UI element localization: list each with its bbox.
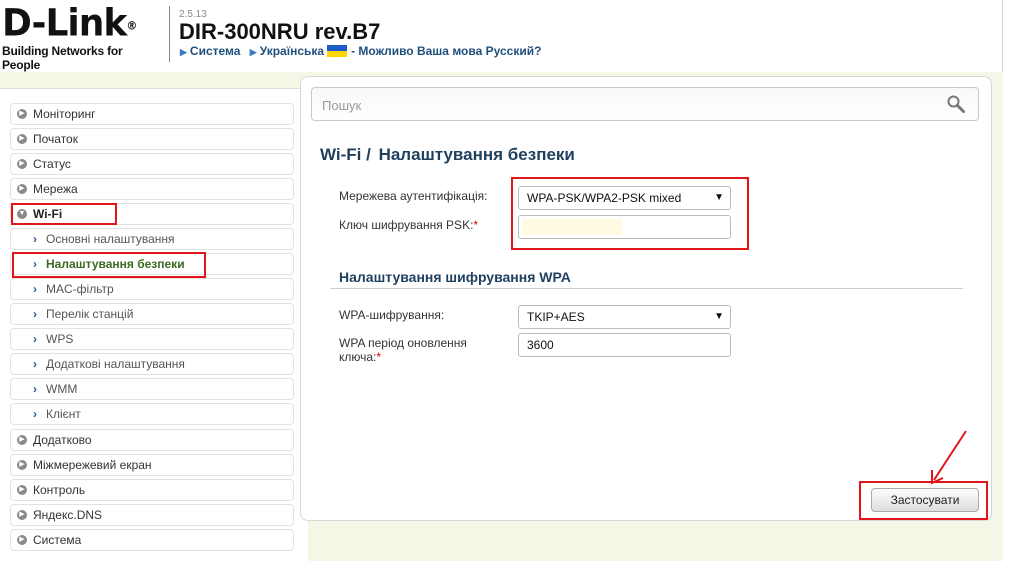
arrow-right-icon: ›: [33, 382, 37, 396]
chevron-right-icon: ▶: [17, 510, 27, 520]
wpa-cipher-selected-value: TKIP+AES: [527, 310, 585, 324]
sidebar-item-wifi[interactable]: ▼ Wi-Fi: [10, 203, 294, 225]
sidebar-item-firewall[interactable]: ▶ Міжмережевий екран: [10, 454, 294, 476]
required-mark: *: [376, 350, 382, 364]
section-divider: [330, 288, 963, 289]
chevron-right-icon: ▶: [17, 485, 27, 495]
language-suggestion-link[interactable]: - Можливо Ваша мова Русский?: [351, 44, 541, 58]
breadcrumb-arrow-icon: ▶: [180, 47, 187, 57]
arrow-right-icon: ›: [33, 307, 37, 321]
sidebar-item-label: Статус: [33, 157, 71, 171]
required-mark: *: [473, 218, 479, 232]
search-box[interactable]: [311, 87, 979, 121]
sidebar-item-label: MAC-фільтр: [46, 282, 114, 296]
search-input[interactable]: [320, 92, 944, 118]
header: D-Link® Building Networks for People 2.5…: [0, 0, 1015, 72]
sidebar-item-label: Мережа: [33, 182, 78, 196]
auth-label: Мережева аутентифікація:: [339, 189, 488, 203]
sidebar-item-yandex-dns[interactable]: ▶ Яндекс.DNS: [10, 504, 294, 526]
sidebar-item-control[interactable]: ▶ Контроль: [10, 479, 294, 501]
sidebar-item-security-settings[interactable]: › Налаштування безпеки: [10, 253, 294, 275]
sidebar-item-label: Клієнт: [46, 407, 81, 421]
sidebar-item-status[interactable]: ▶ Статус: [10, 153, 294, 175]
chevron-right-icon: ▶: [17, 184, 27, 194]
sidebar-item-label: WMM: [46, 382, 78, 396]
sidebar-item-label: Міжмережевий екран: [33, 458, 152, 472]
page-title-name: Налаштування безпеки: [378, 145, 575, 164]
wpa-section-title: Налаштування шифрування WPA: [339, 269, 571, 285]
auth-selected-value: WPA-PSK/WPA2-PSK mixed: [527, 191, 682, 205]
sidebar-item-label: WPS: [46, 332, 74, 346]
chevron-right-icon: ▶: [17, 535, 27, 545]
sidebar-item-label: Моніторинг: [33, 107, 96, 121]
page-title-section: Wi-Fi /: [320, 145, 371, 164]
arrow-right-icon: ›: [33, 357, 37, 371]
sidebar-item-label: Wi-Fi: [33, 207, 63, 221]
sidebar: ▶ Моніторинг ▶ Початок ▶ Статус ▶ Мережа ▼ Wi…: [0, 88, 308, 562]
dropdown-arrow-icon: ▼: [714, 192, 724, 203]
sidebar-item-station-list[interactable]: › Перелік станцій: [10, 303, 294, 325]
wpa-cipher-label: WPA-шифрування:: [339, 308, 445, 322]
sidebar-item-label: Початок: [33, 132, 78, 146]
search-icon[interactable]: [946, 94, 966, 114]
annotation-arrow-icon: [931, 430, 967, 485]
chevron-right-icon: ▶: [17, 435, 27, 445]
auth-select[interactable]: WPA-PSK/WPA2-PSK mixed ▼: [518, 186, 731, 210]
arrow-right-icon: ›: [33, 407, 37, 421]
device-model-title: DIR-300NRU rev.B7: [179, 19, 381, 44]
chevron-right-icon: ▶: [17, 460, 27, 470]
sidebar-item-label: Додаткові налаштування: [46, 357, 185, 371]
breadcrumb: ▶ Система ▶ Українська - Можливо Ваша мова …: [180, 44, 547, 58]
sidebar-item-client[interactable]: › Клієнт: [10, 403, 294, 425]
chevron-right-icon: ▶: [17, 109, 27, 119]
sidebar-item-label: Налаштування безпеки: [46, 257, 185, 271]
ukraine-flag-icon: [327, 45, 348, 57]
wpa-cipher-select[interactable]: TKIP+AES ▼: [518, 305, 731, 329]
logo-tagline: Building Networks for People: [2, 44, 123, 72]
psk-autofill-highlight: [522, 219, 622, 235]
sidebar-item-label: Система: [33, 533, 82, 547]
arrow-right-icon: ›: [33, 232, 37, 246]
sidebar-item-label: Основні налаштування: [46, 232, 175, 246]
wpa-period-input[interactable]: 3600: [518, 333, 731, 357]
breadcrumb-system-link[interactable]: Система: [190, 44, 241, 58]
sidebar-item-monitoring[interactable]: ▶ Моніторинг: [10, 103, 294, 125]
apply-button[interactable]: Застосувати: [871, 488, 979, 512]
dlink-logo[interactable]: D-Link® Building Networks for People: [2, 1, 162, 72]
chevron-right-icon: ▶: [17, 134, 27, 144]
breadcrumb-arrow-icon: ▶: [249, 47, 257, 57]
chevron-right-icon: ▶: [17, 159, 27, 169]
main-panel: Wi-Fi / Налаштування безпеки Мережева ау…: [300, 76, 992, 521]
logo-brand: D-Link®: [2, 1, 137, 45]
arrow-right-icon: ›: [33, 282, 37, 296]
chevron-down-icon: ▼: [17, 209, 27, 219]
sidebar-item-mac-filter[interactable]: › MAC-фільтр: [10, 278, 294, 300]
sidebar-item-label: Додатково: [33, 433, 92, 447]
psk-input[interactable]: [518, 215, 731, 239]
dropdown-arrow-icon: ▼: [714, 311, 724, 322]
arrow-right-icon: ›: [33, 332, 37, 346]
sidebar-item-additional-settings[interactable]: › Додаткові налаштування: [10, 353, 294, 375]
sidebar-item-network[interactable]: ▶ Мережа: [10, 178, 294, 200]
language-link[interactable]: Українська: [260, 44, 324, 58]
sidebar-item-wmm[interactable]: › WMM: [10, 378, 294, 400]
wpa-period-value: 3600: [527, 338, 554, 352]
arrow-right-icon: ›: [33, 257, 37, 271]
sidebar-item-start[interactable]: ▶ Початок: [10, 128, 294, 150]
header-divider: [169, 6, 170, 62]
sidebar-item-label: Контроль: [33, 483, 86, 497]
sidebar-item-label: Перелік станцій: [46, 307, 134, 321]
sidebar-item-label: Яндекс.DNS: [33, 508, 103, 522]
sidebar-item-advanced[interactable]: ▶ Додатково: [10, 429, 294, 451]
page-title: Wi-Fi / Налаштування безпеки: [320, 145, 575, 165]
sidebar-item-system[interactable]: ▶ Система: [10, 529, 294, 551]
psk-label: Ключ шифрування PSK:*: [339, 218, 479, 232]
sidebar-item-wps[interactable]: › WPS: [10, 328, 294, 350]
wpa-period-label: WPA період оновлення ключа:*: [339, 336, 467, 364]
sidebar-item-basic-settings[interactable]: › Основні налаштування: [10, 228, 294, 250]
